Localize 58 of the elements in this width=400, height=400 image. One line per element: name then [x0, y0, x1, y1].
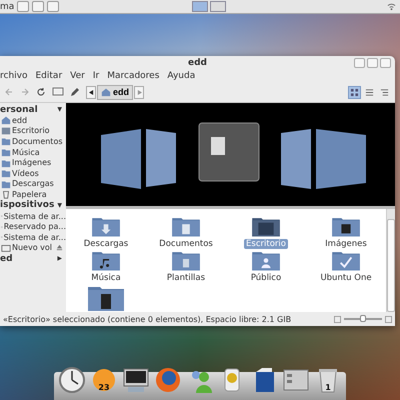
- trash-icon: [1, 189, 11, 200]
- sun-icon[interactable]: [90, 366, 118, 394]
- sidebar-item[interactable]: Imágenes: [12, 158, 52, 168]
- file-label[interactable]: Público: [248, 273, 284, 283]
- section-header[interactable]: ed: [0, 254, 13, 264]
- section-header[interactable]: ispositivos: [0, 200, 54, 210]
- pencil-icon[interactable]: [70, 87, 80, 97]
- sidebar-item[interactable]: Vídeos: [12, 168, 39, 178]
- menu-item[interactable]: Ver: [70, 70, 85, 80]
- monitor-icon[interactable]: [122, 366, 150, 394]
- clock-icon[interactable]: [58, 366, 86, 394]
- window-title: edd: [188, 58, 207, 68]
- workspace-button[interactable]: [210, 1, 226, 12]
- sidebar-item[interactable]: Descargas: [12, 179, 54, 188]
- section-header[interactable]: ersonal: [0, 104, 38, 114]
- window-button[interactable]: [32, 1, 44, 12]
- app-label: ma: [0, 2, 14, 12]
- temperature-label: 23: [97, 383, 111, 392]
- file-label[interactable]: Descargas: [82, 239, 130, 249]
- file-label[interactable]: Ubuntu One: [318, 273, 374, 283]
- file-label[interactable]: Documentos: [157, 239, 215, 249]
- forward-icon[interactable]: [20, 87, 30, 97]
- workspace-button[interactable]: [192, 1, 208, 12]
- menu-item[interactable]: Marcadores: [107, 70, 160, 80]
- file-label[interactable]: Imágenes: [323, 239, 369, 249]
- sidebar-item[interactable]: Música: [12, 148, 40, 157]
- window-button[interactable]: [47, 1, 60, 12]
- file-label[interactable]: Plantillas: [164, 273, 208, 283]
- window-button[interactable]: [17, 1, 30, 12]
- grid-view-button[interactable]: [348, 86, 361, 98]
- close-button[interactable]: [380, 58, 391, 68]
- reload-icon[interactable]: [36, 87, 46, 97]
- sidebar-item[interactable]: Sistema de ar...: [4, 232, 66, 242]
- wifi-icon[interactable]: [387, 2, 396, 11]
- zoom-in-icon[interactable]: [385, 316, 392, 322]
- computer-icon[interactable]: [52, 87, 64, 97]
- sidebar-item[interactable]: Sistema de ar...: [4, 212, 66, 221]
- menu-item[interactable]: Ayuda: [167, 70, 196, 80]
- sidebar-item[interactable]: Reservado pa...: [4, 222, 66, 232]
- sidebar-item[interactable]: Nuevo vol: [12, 243, 52, 252]
- maximize-button[interactable]: [367, 58, 378, 68]
- status-text: «Escritorio» seleccionado (contiene 0 elementos), Espacio libre: 2.1 GIB: [3, 314, 292, 324]
- count-label: 1: [324, 383, 332, 392]
- sidebar-item[interactable]: Papelera: [12, 190, 47, 199]
- sidebar-item[interactable]: edd: [12, 116, 28, 125]
- menu-item[interactable]: Ir: [92, 70, 100, 80]
- path-button[interactable]: edd: [97, 84, 134, 100]
- menu-item[interactable]: Editar: [36, 70, 62, 80]
- file-label[interactable]: Música: [89, 273, 123, 283]
- eject-icon[interactable]: [56, 244, 63, 252]
- menu-item[interactable]: rchivo: [0, 70, 28, 80]
- back-icon[interactable]: [4, 87, 14, 97]
- minimize-button[interactable]: [354, 58, 365, 68]
- scrollbar[interactable]: [386, 209, 395, 312]
- sidebar-item[interactable]: Documentos: [12, 136, 63, 146]
- globe-icon[interactable]: [154, 366, 182, 394]
- sidebar-item[interactable]: Escritorio: [12, 126, 50, 136]
- zoom-out-icon[interactable]: [334, 316, 341, 322]
